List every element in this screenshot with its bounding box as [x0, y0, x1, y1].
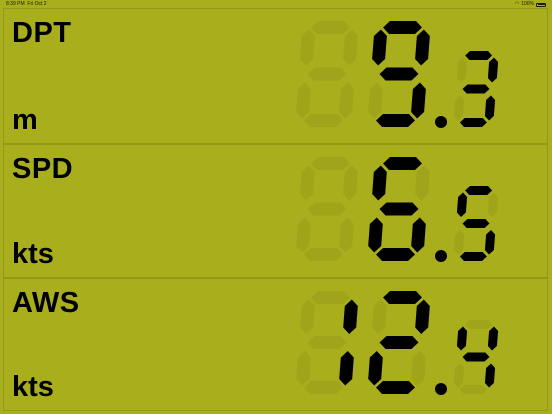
- digit-1: [368, 21, 430, 127]
- segment-c: [411, 351, 426, 386]
- digit-0: [296, 21, 358, 127]
- segment-f: [456, 326, 468, 351]
- segment-e: [296, 217, 311, 253]
- segment-a: [383, 291, 422, 304]
- battery-icon: [536, 2, 546, 7]
- segment-g: [462, 84, 490, 94]
- digit-0: [296, 291, 358, 394]
- segment-e: [368, 82, 383, 119]
- segment-d: [304, 381, 343, 394]
- segment-g: [307, 336, 347, 349]
- segment-d: [376, 114, 415, 127]
- segment-f: [372, 165, 387, 201]
- segment-b: [487, 326, 499, 351]
- segment-f: [300, 29, 315, 66]
- panel-unit: kts: [12, 371, 54, 403]
- segment-b: [487, 57, 499, 83]
- decimal-point: [435, 116, 447, 128]
- segment-b: [343, 29, 358, 66]
- digit-1: [368, 291, 430, 394]
- segment-b: [415, 165, 430, 201]
- segment-c: [411, 217, 426, 253]
- digit-2: [453, 51, 499, 127]
- segment-g: [462, 352, 490, 362]
- seven-segment-display: [287, 9, 547, 143]
- segment-b: [343, 165, 358, 201]
- segment-a: [383, 157, 422, 170]
- status-time: 8:39 PM: [6, 1, 25, 7]
- segment-f: [372, 299, 387, 334]
- decimal-point: [435, 383, 447, 395]
- panel-unit: m: [12, 104, 38, 136]
- segment-c: [339, 82, 354, 119]
- panel-unit: kts: [12, 238, 54, 270]
- segment-a: [465, 51, 493, 60]
- segment-d: [304, 248, 343, 261]
- segment-e: [453, 95, 465, 121]
- segment-c: [484, 230, 496, 255]
- segment-e: [453, 363, 465, 388]
- segment-c: [484, 95, 496, 121]
- segment-b: [415, 299, 430, 334]
- segment-f: [456, 192, 468, 217]
- segment-a: [383, 21, 422, 34]
- seven-segment-display: [287, 279, 547, 410]
- segment-g: [379, 336, 419, 349]
- digit-1: [368, 157, 430, 261]
- segment-e: [453, 230, 465, 255]
- digit-0: [296, 157, 358, 261]
- segment-e: [368, 217, 383, 253]
- segment-g: [379, 67, 419, 81]
- segment-e: [368, 351, 383, 386]
- segment-g: [307, 202, 347, 216]
- segment-g: [379, 202, 419, 216]
- segment-d: [376, 248, 415, 261]
- segment-g: [307, 67, 347, 81]
- panel-depth[interactable]: DPT m: [3, 8, 548, 144]
- segment-a: [311, 157, 350, 170]
- segment-c: [484, 363, 496, 388]
- segment-e: [296, 82, 311, 119]
- status-date: Fri Oct 2: [27, 1, 47, 7]
- segment-d: [459, 118, 487, 127]
- panel-speed[interactable]: SPD kts: [3, 144, 548, 278]
- segment-d: [304, 114, 343, 127]
- segment-c: [339, 217, 354, 253]
- segment-f: [300, 165, 315, 201]
- segment-c: [411, 82, 426, 119]
- segment-g: [462, 219, 490, 228]
- segment-d: [376, 381, 415, 394]
- digit-2: [453, 320, 499, 394]
- seven-segment-display: [287, 145, 547, 277]
- panel-label: SPD: [12, 153, 74, 185]
- segment-f: [300, 299, 315, 334]
- segment-e: [296, 351, 311, 386]
- panel-label: DPT: [12, 17, 72, 49]
- segment-f: [372, 29, 387, 66]
- segment-a: [311, 21, 350, 34]
- segment-b: [487, 192, 499, 217]
- panel-wind-speed[interactable]: AWS kts: [3, 278, 548, 411]
- panel-label: AWS: [12, 287, 80, 319]
- digit-2: [453, 186, 499, 261]
- segment-d: [459, 385, 487, 394]
- segment-f: [456, 57, 468, 83]
- segment-c: [339, 351, 354, 386]
- decimal-point: [435, 250, 447, 262]
- segment-a: [311, 291, 350, 304]
- segment-a: [465, 186, 493, 195]
- segment-d: [459, 252, 487, 261]
- segment-b: [415, 29, 430, 66]
- segment-b: [343, 299, 358, 334]
- segment-a: [465, 320, 493, 329]
